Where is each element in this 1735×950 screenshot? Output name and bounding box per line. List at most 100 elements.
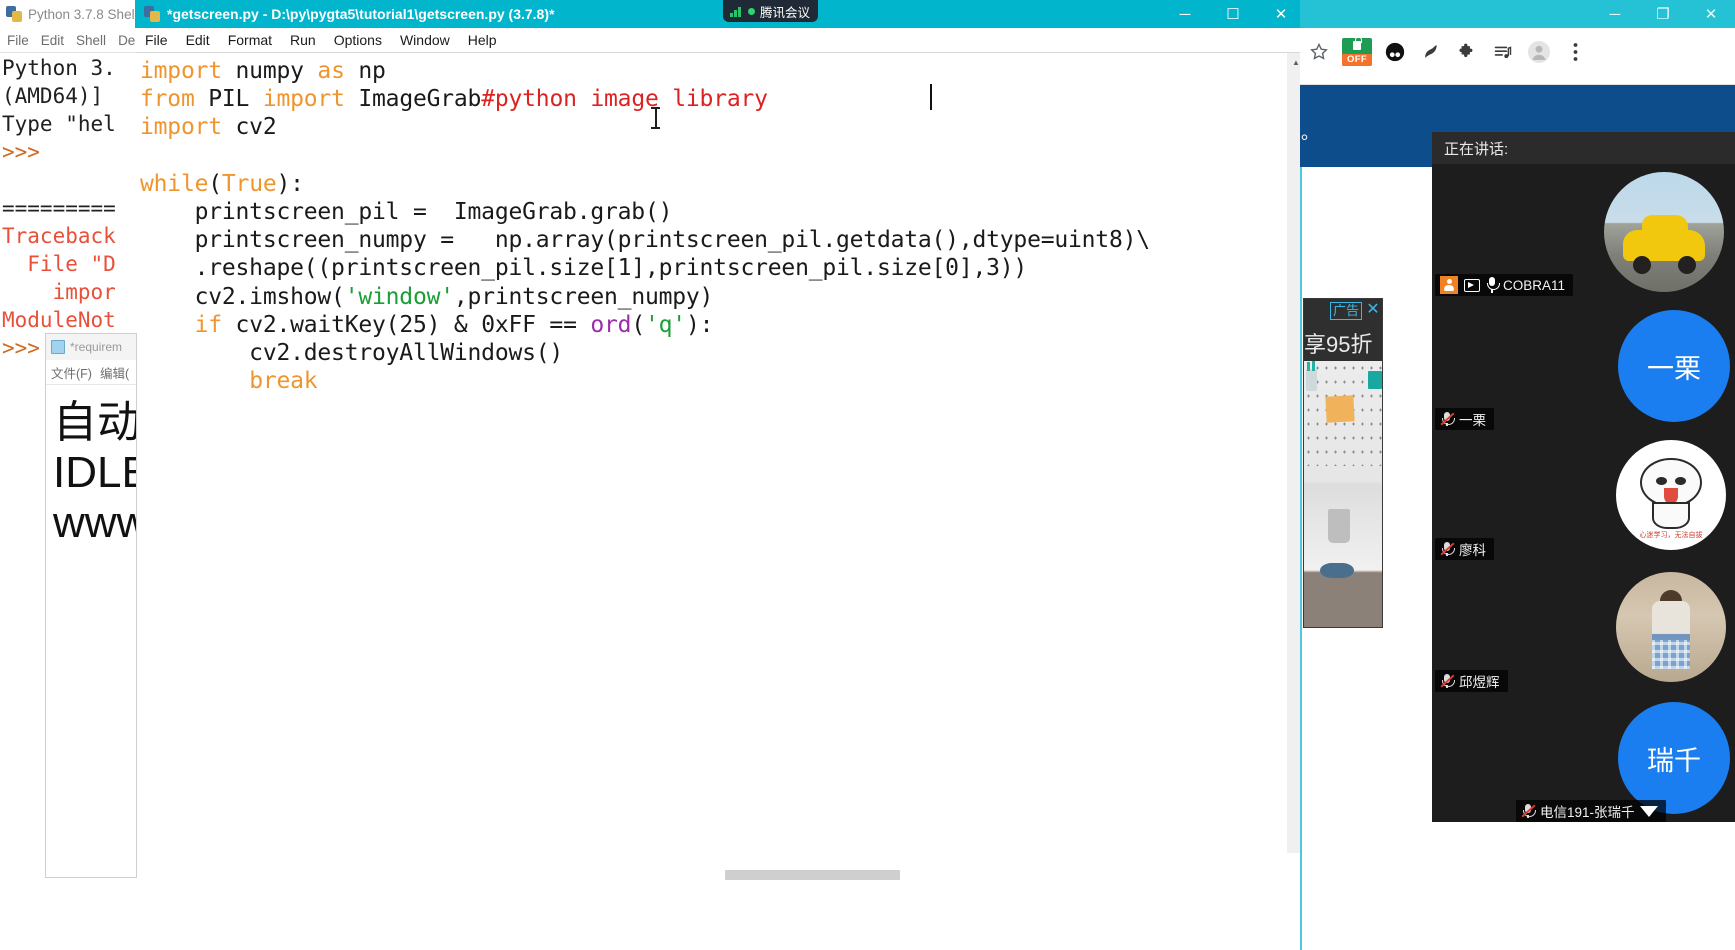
code-token: ,printscreen_numpy): [453, 283, 714, 310]
participant-namebar: 电信191-张瑞千: [1516, 800, 1666, 822]
text-caret: [930, 84, 932, 110]
shell-menu-shell[interactable]: Shell: [76, 33, 106, 48]
editor-title: *getscreen.py - D:\py\pygta5\tutorial1\g…: [167, 6, 555, 22]
notepad-line-2: IDLE: [53, 448, 136, 497]
maximize-button[interactable]: ☐: [1209, 0, 1257, 28]
code-line: break: [140, 367, 1287, 395]
browser-window-buttons: ─ ❐ ✕: [1591, 0, 1735, 28]
browser-toolbar[interactable]: OFF: [1300, 28, 1735, 76]
shell-menu-file[interactable]: File: [7, 33, 29, 48]
code-token: (: [631, 311, 645, 338]
avatar: 一栗: [1618, 310, 1730, 422]
code-token: printscreen_numpy = np.array(printscreen…: [140, 227, 1151, 254]
cartoon-eye-shape: [1655, 477, 1667, 486]
chevron-down-icon[interactable]: [1639, 805, 1658, 817]
avatar: [1604, 172, 1724, 292]
browser-close-button[interactable]: ✕: [1687, 0, 1735, 28]
notepad-icon: [51, 340, 65, 354]
browser-address-bar[interactable]: [1300, 76, 1735, 85]
adblock-off-icon[interactable]: OFF: [1342, 38, 1372, 66]
code-line: cv2.imshow('window',printscreen_numpy): [140, 283, 1287, 311]
three-dot-menu-icon[interactable]: [1562, 39, 1588, 65]
lock-glyph: [1353, 38, 1362, 50]
menu-run[interactable]: Run: [290, 32, 316, 48]
code-editor-area[interactable]: import numpy as np from PIL import ImageG…: [135, 53, 1287, 853]
code-line: printscreen_pil = ImageGrab.grab(): [140, 198, 1287, 226]
participant-tile-qiuyuhui[interactable]: 邱煜辉: [1432, 566, 1735, 696]
advertisement-card[interactable]: 广告 ✕ 享95折: [1303, 298, 1383, 628]
photo-plaid-shape: [1652, 640, 1690, 669]
shell-menu-edit[interactable]: Edit: [41, 33, 64, 48]
meeting-participants-panel: 正在讲话: COBRA11 一栗 一栗 心迷学习，无法自拔 廖科 邱煜辉 瑞千 …: [1432, 132, 1735, 822]
avatar: [1616, 572, 1726, 682]
ad-image[interactable]: [1304, 361, 1382, 627]
menu-edit[interactable]: Edit: [186, 32, 210, 48]
menu-window[interactable]: Window: [400, 32, 450, 48]
shell-output-line: (AMD64)]: [2, 84, 104, 108]
screen-share-icon: [1463, 276, 1481, 294]
close-button[interactable]: ✕: [1257, 0, 1305, 28]
notepad-menu-file[interactable]: 文件(F): [51, 363, 92, 382]
dark-circle-extension-icon[interactable]: [1382, 39, 1408, 65]
shell-output-line: impor: [2, 280, 116, 304]
code-line: from PIL import ImageGrab#python image l…: [140, 85, 1287, 113]
browser-maximize-button[interactable]: ❐: [1639, 0, 1687, 28]
notepad-title: *requirem: [70, 340, 123, 354]
code-token: ImageGrab: [358, 86, 482, 113]
participant-name: COBRA11: [1503, 277, 1566, 293]
playlist-icon[interactable]: [1490, 39, 1516, 65]
notepad-menubar[interactable]: 文件(F) 编辑(: [46, 360, 136, 385]
notepad-titlebar[interactable]: *requirem: [46, 334, 136, 360]
adblock-off-badge: OFF: [1342, 54, 1372, 66]
shell-output-line: Python 3.: [2, 56, 116, 80]
tencent-meeting-label: 腾讯会议: [760, 5, 811, 20]
profile-avatar-icon[interactable]: [1526, 39, 1552, 65]
minimize-button[interactable]: ─: [1161, 0, 1209, 28]
menu-format[interactable]: Format: [228, 32, 272, 48]
participant-tile-cobra11[interactable]: COBRA11: [1432, 164, 1735, 302]
menu-help[interactable]: Help: [468, 32, 497, 48]
shell-output-line: [2, 166, 134, 194]
cartoon-body-shape: [1652, 501, 1690, 530]
avatar: 心迷学习，无法自拔: [1616, 440, 1726, 550]
menu-file[interactable]: File: [145, 32, 168, 48]
browser-minimize-button[interactable]: ─: [1591, 0, 1639, 28]
code-token: PIL: [208, 86, 263, 113]
signal-bars-icon: [730, 6, 743, 17]
participant-tile-yili[interactable]: 一栗 一栗: [1432, 304, 1735, 434]
editor-menubar[interactable]: File Edit Format Run Options Window Help: [135, 28, 1305, 53]
ad-sticky-note-decor: [1325, 395, 1355, 423]
code-token: ord: [590, 311, 632, 338]
code-line: printscreen_numpy = np.array(printscreen…: [140, 226, 1287, 254]
browser-titlebar[interactable]: ─ ❐ ✕: [1300, 0, 1735, 28]
editor-horizontal-scrollbar[interactable]: [725, 870, 900, 880]
participant-namebar: 一栗: [1435, 408, 1494, 430]
menu-options[interactable]: Options: [334, 32, 382, 48]
avatar-initials: 瑞千: [1647, 745, 1701, 776]
code-line: while(True):: [140, 170, 1287, 198]
ad-close-icon[interactable]: ✕: [1364, 301, 1382, 319]
participant-tile-liaoke[interactable]: 心迷学习，无法自拔 廖科: [1432, 436, 1735, 564]
avatar-caption: 心迷学习，无法自拔: [1639, 532, 1703, 540]
code-token: cv2: [235, 114, 277, 141]
code-token: cv2.destroyAllWindows(): [140, 340, 564, 367]
bird-extension-icon[interactable]: [1418, 39, 1444, 65]
shell-menubar[interactable]: File Edit Shell De: [0, 28, 140, 53]
code-token: break: [249, 368, 318, 395]
tencent-meeting-floating-pill[interactable]: 腾讯会议: [723, 0, 818, 22]
shell-output-line: >>>: [2, 140, 40, 164]
editor-titlebar[interactable]: *getscreen.py - D:\py\pygta5\tutorial1\g…: [135, 0, 1305, 28]
notepad-menu-edit[interactable]: 编辑(: [100, 363, 129, 382]
shell-menu-debug[interactable]: De: [118, 33, 135, 48]
participant-name: 廖科: [1459, 543, 1486, 558]
bookmark-star-icon[interactable]: [1306, 39, 1332, 65]
participant-tile-zhangruiqian[interactable]: 瑞千 电信191-张瑞千: [1432, 698, 1735, 822]
code-token: True: [221, 170, 277, 197]
shell-output-line: Type "hel: [2, 112, 116, 136]
notepad-text-area[interactable]: 自动 IDLE www: [46, 386, 136, 877]
mic-muted-icon: [1440, 673, 1455, 689]
puzzle-extensions-icon[interactable]: [1454, 39, 1480, 65]
code-token: as: [317, 58, 359, 84]
participant-name: 一栗: [1459, 413, 1486, 428]
